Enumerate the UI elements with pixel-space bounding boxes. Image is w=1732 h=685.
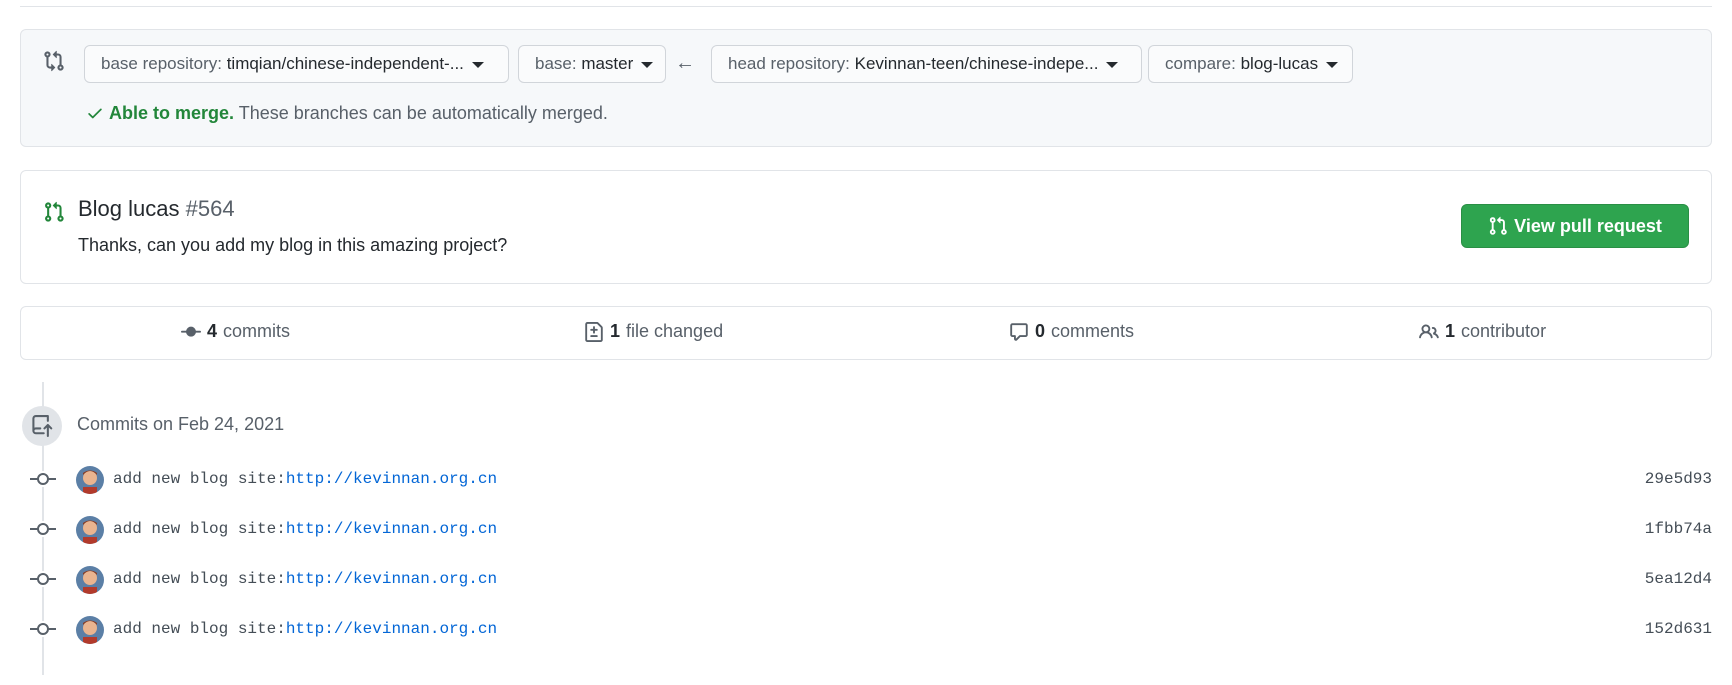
merge-status-ok: Able to merge.: [109, 103, 235, 123]
pull-request-icon: [1490, 216, 1507, 235]
files-changed-stat[interactable]: 1 file changed: [584, 321, 723, 342]
commit-icon: [30, 571, 56, 587]
compare-branch-value: blog-lucas: [1240, 54, 1319, 73]
people-icon: [1419, 323, 1439, 338]
contributors-count: 1: [1445, 321, 1456, 341]
caret-down-icon: [641, 61, 654, 68]
commit-icon: [30, 621, 56, 637]
contributors-label: contributor: [1461, 321, 1547, 341]
commit-message-link[interactable]: http://kevinnan.org.cn: [286, 520, 497, 538]
commit-group-date: Commits on Feb 24, 2021: [77, 414, 285, 434]
contributors-stat[interactable]: 1 contributor: [1419, 321, 1546, 342]
avatar[interactable]: [76, 516, 104, 544]
commit-message-text[interactable]: add new blog site:: [113, 520, 286, 538]
commit-sha[interactable]: 1fbb74a: [1645, 520, 1712, 538]
commit-message-text[interactable]: add new blog site:: [113, 620, 286, 638]
arrow-left-icon: ←: [675, 52, 695, 74]
commit-icon: [181, 326, 201, 337]
commit-sha[interactable]: 29e5d93: [1645, 470, 1712, 488]
commit-row: add new blog site:http://kevinnan.org.cn…: [30, 609, 1712, 649]
pull-request-description: Thanks, can you add my blog in this amaz…: [78, 235, 508, 255]
commit-message-text[interactable]: add new blog site:: [113, 570, 286, 588]
commit-icon: [30, 471, 56, 487]
top-divider: [20, 6, 1712, 7]
base-repository-select[interactable]: base repository: timqian/chinese-indepen…: [84, 45, 509, 83]
check-icon: [85, 104, 105, 122]
commits-count: 4: [207, 321, 218, 341]
commit-message-text[interactable]: add new blog site:: [113, 470, 286, 488]
existing-pull-request: Blog lucas #564 Thanks, can you add my b…: [20, 170, 1712, 284]
pull-request-title-link[interactable]: Blog lucas: [78, 196, 180, 221]
commit-message-link[interactable]: http://kevinnan.org.cn: [286, 470, 497, 488]
avatar[interactable]: [76, 616, 104, 644]
commit-message: add new blog site:http://kevinnan.org.cn: [113, 470, 497, 488]
repo-push-icon: [32, 415, 53, 437]
head-repository-label: head repository:: [728, 54, 855, 73]
head-repository-select[interactable]: head repository: Kevinnan-teen/chinese-i…: [711, 45, 1142, 83]
compare-branch-label: compare:: [1165, 54, 1241, 73]
compare-range-bar: base repository: timqian/chinese-indepen…: [20, 29, 1712, 147]
commit-row: add new blog site:http://kevinnan.org.cn…: [30, 459, 1712, 499]
git-compare-icon: [43, 50, 65, 72]
pull-request-icon: [43, 201, 65, 223]
caret-down-icon: [1106, 61, 1119, 68]
commits-label: commits: [223, 321, 291, 341]
compare-summary: 4 commits 1 file changed 0 comments 1 co…: [20, 306, 1712, 360]
base-branch-label: base:: [535, 54, 582, 73]
commit-group-badge: [22, 406, 62, 446]
commit-row: add new blog site:http://kevinnan.org.cn…: [30, 559, 1712, 599]
commit-icon: [30, 521, 56, 537]
comment-icon: [1010, 322, 1028, 341]
base-repository-value: timqian/chinese-independent-...: [226, 54, 464, 73]
commit-message: add new blog site:http://kevinnan.org.cn: [113, 520, 497, 538]
commit-message: add new blog site:http://kevinnan.org.cn: [113, 620, 497, 638]
files-count: 1: [610, 321, 621, 341]
base-repository-label: base repository:: [101, 54, 227, 73]
base-branch-select[interactable]: base: master: [518, 45, 666, 83]
caret-down-icon: [471, 61, 484, 68]
head-repository-value: Kevinnan-teen/chinese-indepe...: [854, 54, 1099, 73]
view-pull-request-label: View pull request: [1514, 215, 1662, 236]
caret-down-icon: [1326, 61, 1339, 68]
comments-count: 0: [1035, 321, 1046, 341]
commit-message-link[interactable]: http://kevinnan.org.cn: [286, 570, 497, 588]
pull-request-title: Blog lucas #564: [78, 196, 235, 222]
view-pull-request-button[interactable]: View pull request: [1461, 204, 1689, 248]
commit-sha[interactable]: 152d631: [1645, 620, 1712, 638]
base-branch-value: master: [581, 54, 634, 73]
files-label: file changed: [626, 321, 724, 341]
commit-sha[interactable]: 5ea12d4: [1645, 570, 1712, 588]
commit-message: add new blog site:http://kevinnan.org.cn: [113, 570, 497, 588]
merge-status-text: These branches can be automatically merg…: [234, 103, 608, 123]
avatar[interactable]: [76, 466, 104, 494]
pull-request-number: #564: [185, 196, 235, 221]
merge-status: Able to merge. These branches can be aut…: [85, 103, 608, 124]
avatar[interactable]: [76, 566, 104, 594]
compare-branch-select[interactable]: compare: blog-lucas: [1148, 45, 1353, 83]
comments-stat[interactable]: 0 comments: [1009, 321, 1134, 342]
file-diff-icon: [585, 321, 603, 342]
comments-label: comments: [1051, 321, 1135, 341]
commit-row: add new blog site:http://kevinnan.org.cn…: [30, 509, 1712, 549]
commit-message-link[interactable]: http://kevinnan.org.cn: [286, 620, 497, 638]
commits-stat[interactable]: 4 commits: [181, 321, 290, 342]
